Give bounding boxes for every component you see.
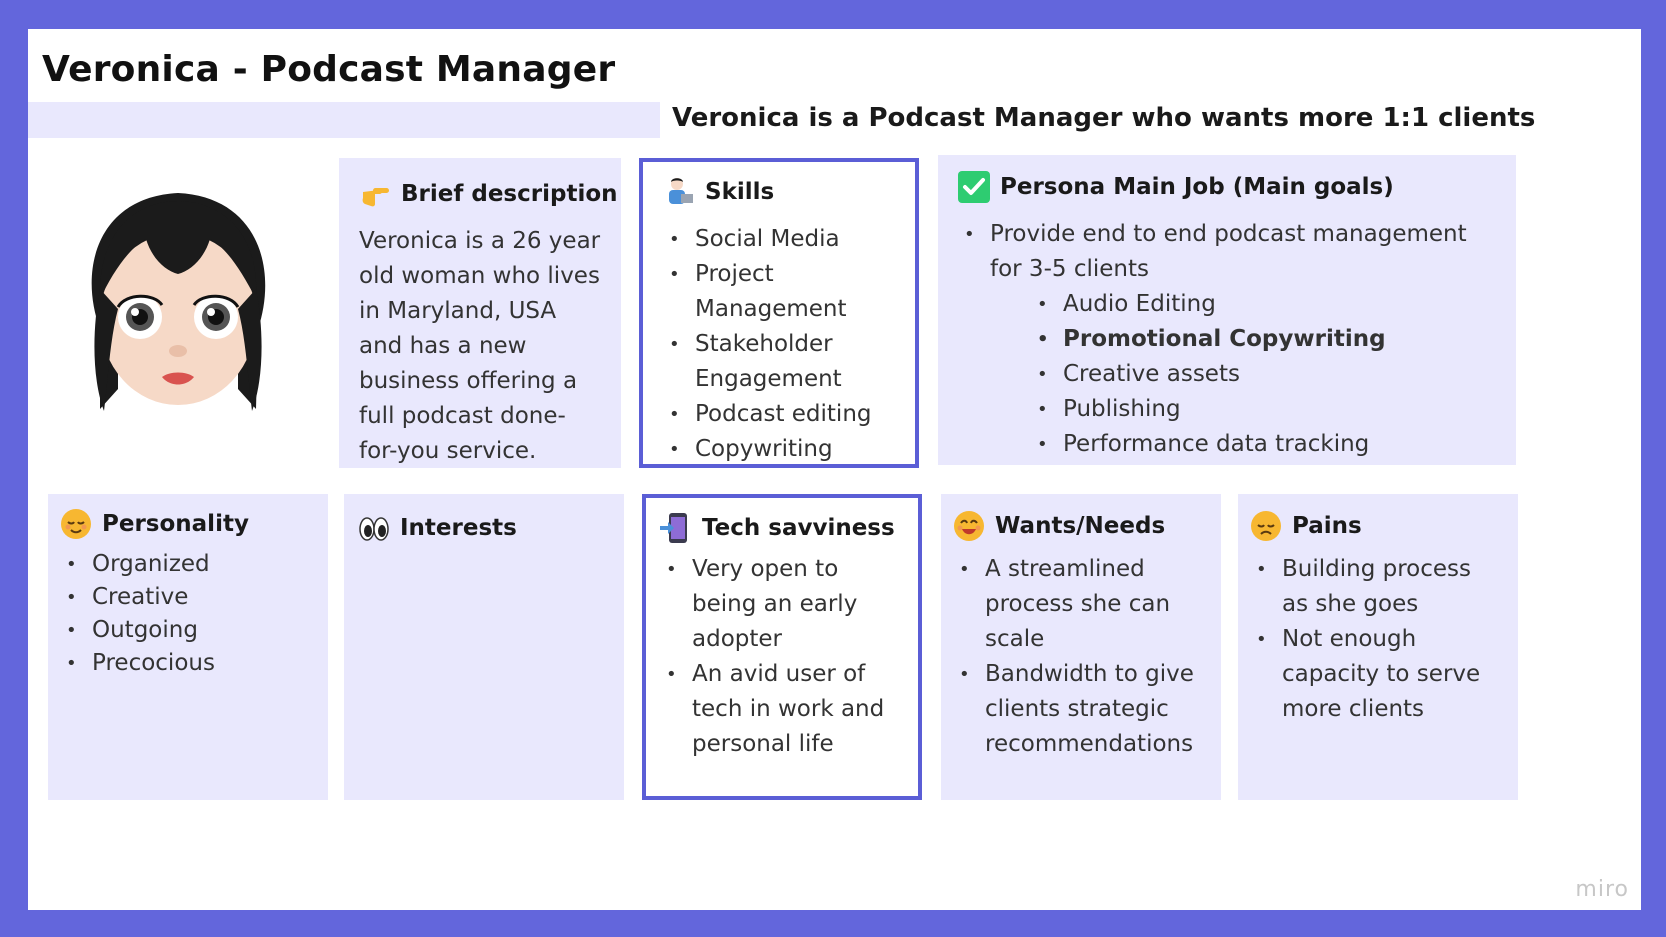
list-item: Not enough capacity to serve more client… xyxy=(1250,622,1500,727)
avatar xyxy=(78,179,278,419)
list-item: A streamlined process she can scale xyxy=(953,552,1203,657)
personality-card: Personality Organized Creative Outgoing … xyxy=(48,494,328,800)
list-item: Bandwidth to give clients strategic reco… xyxy=(953,657,1203,762)
interests-header: Interests xyxy=(358,512,606,544)
interests-card: Interests xyxy=(344,494,624,800)
list-item: Podcast editing xyxy=(663,397,897,432)
pains-card: Pains Building process as she goes Not e… xyxy=(1238,494,1518,800)
list-item: Social Media xyxy=(663,222,897,257)
personality-heading: Personality xyxy=(102,511,249,537)
smiling-face-icon xyxy=(953,510,985,542)
brief-description-text: Veronica is a 26 year old woman who live… xyxy=(359,228,601,464)
pointing-hand-icon xyxy=(359,178,391,210)
list-item: Project Management xyxy=(663,257,897,327)
brief-description-header: Brief description xyxy=(359,178,618,210)
brief-description-heading: Brief description xyxy=(401,181,618,207)
persona-board: Veronica - Podcast Manager Veronica is a… xyxy=(28,29,1641,910)
pains-header: Pains xyxy=(1250,510,1500,542)
list-item: Outgoing xyxy=(60,614,310,647)
main-job-header: Persona Main Job (Main goals) xyxy=(958,171,1498,203)
main-job-card: Persona Main Job (Main goals) Provide en… xyxy=(938,155,1516,465)
list-item: Audio Editing xyxy=(1031,287,1498,322)
relieved-face-icon xyxy=(60,508,92,540)
list-item: An avid user of tech in work and persona… xyxy=(660,657,900,762)
list-item: Creative assets xyxy=(1031,357,1498,392)
list-item: Promotional Copywriting xyxy=(1031,322,1498,357)
brief-description-card: Brief description Veronica is a 26 year … xyxy=(339,158,621,468)
pains-list: Building process as she goes Not enough … xyxy=(1250,552,1500,727)
list-item: Performance data tracking xyxy=(1031,427,1498,462)
miro-watermark: miro xyxy=(1575,877,1629,902)
list-item: Very open to being an early adopter xyxy=(660,552,900,657)
wants-needs-card: Wants/Needs A streamlined process she ca… xyxy=(941,494,1221,800)
wants-needs-header: Wants/Needs xyxy=(953,510,1203,542)
mobile-arrow-icon xyxy=(660,512,692,544)
main-job-heading: Persona Main Job (Main goals) xyxy=(1000,174,1394,200)
technologist-icon xyxy=(663,176,695,208)
page-title: Veronica - Podcast Manager xyxy=(42,49,616,90)
list-item: Provide end to end podcast management fo… xyxy=(958,217,1498,287)
personality-header: Personality xyxy=(60,508,310,540)
tech-savviness-heading: Tech savviness xyxy=(702,515,895,541)
wants-needs-heading: Wants/Needs xyxy=(995,513,1166,539)
list-item: Organized xyxy=(60,548,310,581)
skills-list: Social Media Project Management Stakehol… xyxy=(663,222,897,467)
pains-heading: Pains xyxy=(1292,513,1362,539)
personality-list: Organized Creative Outgoing Precocious xyxy=(60,548,310,680)
tech-savviness-header: Tech savviness xyxy=(660,512,900,544)
tech-savviness-card: Tech savviness Very open to being an ear… xyxy=(642,494,922,800)
main-job-list: Provide end to end podcast management fo… xyxy=(958,217,1498,287)
list-item: Stakeholder Engagement xyxy=(663,327,897,397)
tech-savviness-list: Very open to being an early adopter An a… xyxy=(660,552,900,762)
interests-heading: Interests xyxy=(400,515,517,541)
list-item: Copywriting xyxy=(663,432,897,467)
skills-header: Skills xyxy=(663,176,897,208)
list-item: Publishing xyxy=(1031,392,1498,427)
eyes-icon xyxy=(358,512,390,544)
title-band xyxy=(28,102,660,138)
list-item: Creative xyxy=(60,581,310,614)
main-job-sublist: Audio Editing Promotional Copywriting Cr… xyxy=(1031,287,1498,462)
disappointed-face-icon xyxy=(1250,510,1282,542)
persona-subtitle: Veronica is a Podcast Manager who wants … xyxy=(672,103,1536,133)
wants-needs-list: A streamlined process she can scale Band… xyxy=(953,552,1203,762)
list-item: Building process as she goes xyxy=(1250,552,1500,622)
check-mark-icon xyxy=(958,171,990,203)
skills-heading: Skills xyxy=(705,179,775,205)
list-item: Precocious xyxy=(60,647,310,680)
skills-card: Skills Social Media Project Management S… xyxy=(639,158,919,468)
